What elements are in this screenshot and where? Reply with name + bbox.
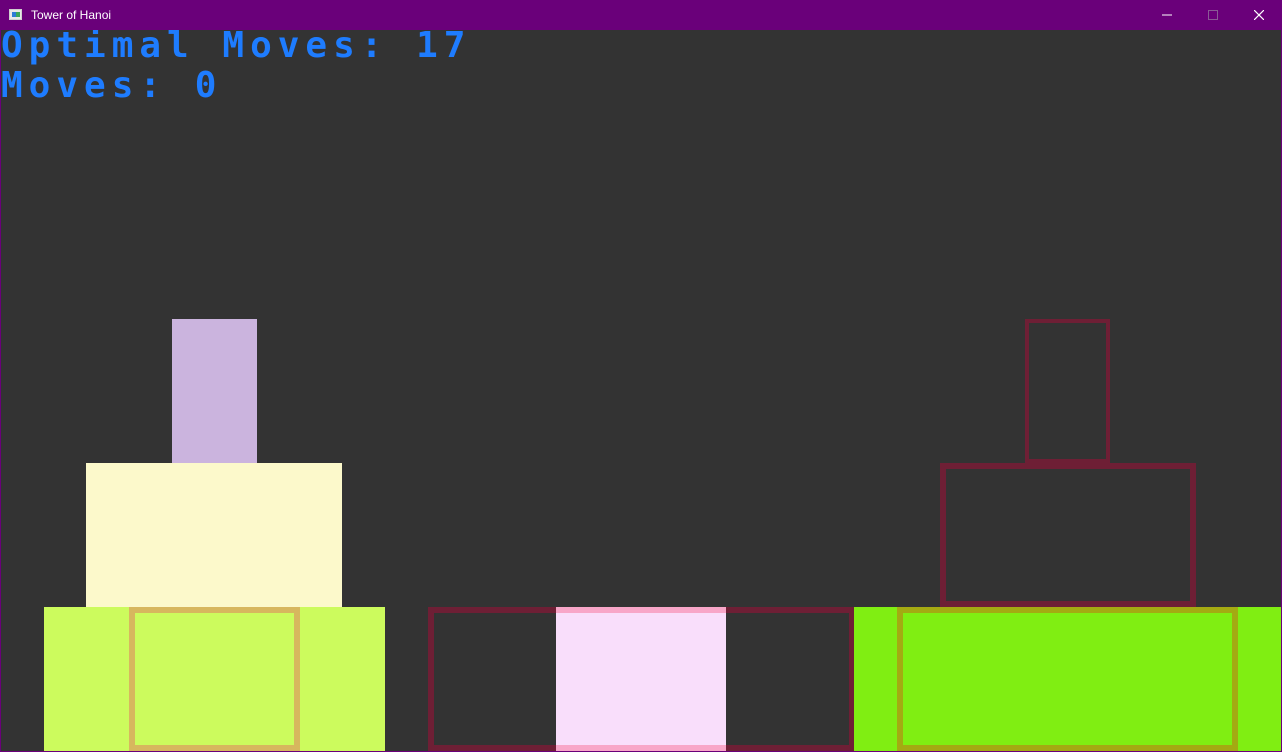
right-tower-top-outline[interactable] — [1025, 319, 1110, 463]
right-tower-middle-outline[interactable] — [940, 463, 1196, 607]
left-tower-top-disk[interactable] — [172, 319, 257, 463]
app-icon — [9, 9, 22, 20]
minimize-button[interactable] — [1144, 0, 1190, 30]
title-bar: Tower of Hanoi — [0, 0, 1282, 30]
maximize-button[interactable] — [1190, 0, 1236, 30]
optimal-moves-label: Optimal Moves: 17 — [1, 30, 472, 66]
close-button[interactable] — [1236, 0, 1282, 30]
game-canvas[interactable]: Optimal Moves: 17 Moves: 0 — [1, 30, 1281, 751]
maximize-icon — [1208, 10, 1218, 20]
close-icon — [1254, 10, 1264, 20]
minimize-icon — [1162, 14, 1172, 16]
left-tower-middle-disk[interactable] — [86, 463, 342, 607]
left-tower-base-outline — [129, 607, 300, 751]
moves-counter: Moves: 0 — [1, 65, 223, 106]
right-tower-base-outline — [897, 607, 1238, 751]
middle-tower-pink-disk[interactable] — [556, 607, 726, 751]
window-title: Tower of Hanoi — [31, 8, 112, 22]
